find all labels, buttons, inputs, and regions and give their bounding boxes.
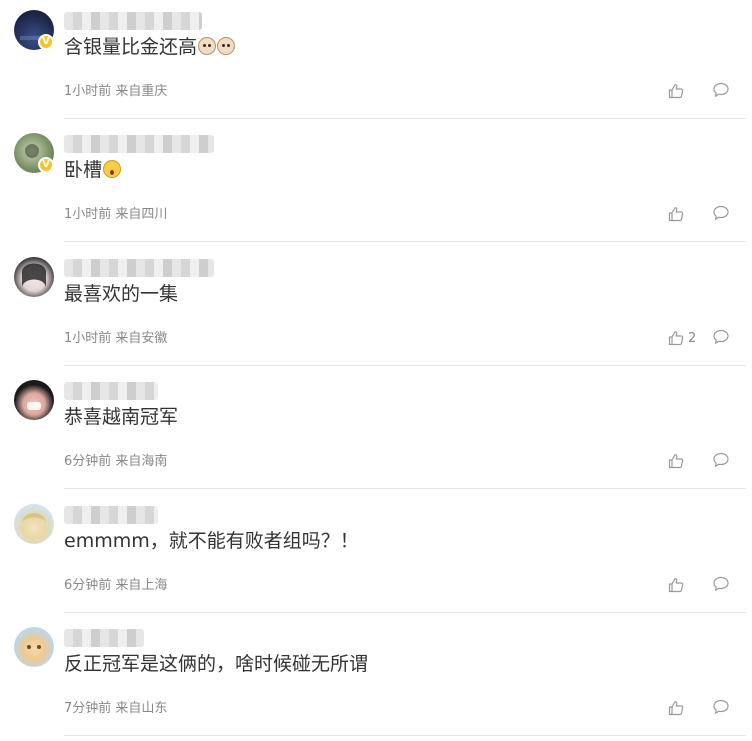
- thumbs-up-icon: [668, 84, 684, 99]
- reply-button[interactable]: [712, 328, 732, 348]
- username-blurred[interactable]: [64, 506, 158, 524]
- speech-bubble-icon: [713, 329, 729, 344]
- avatar[interactable]: [14, 627, 54, 667]
- comment-meta: 1小时前 来自重庆: [64, 84, 168, 99]
- reply-button[interactable]: [712, 575, 732, 595]
- like-button[interactable]: [668, 203, 688, 225]
- cat-face-icon: [198, 37, 217, 55]
- comment-item: V 含银量比金还高 1小时前 来自重庆: [0, 0, 752, 124]
- thumbs-up-icon: [668, 578, 684, 593]
- comment-text: 含银量比金还高: [64, 34, 236, 60]
- like-button[interactable]: [668, 450, 688, 472]
- speech-bubble-icon: [713, 82, 729, 97]
- divider: [64, 735, 746, 736]
- thumbs-up-icon: [668, 701, 684, 716]
- verified-badge-icon: V: [38, 157, 54, 173]
- avatar-image: [27, 402, 41, 410]
- divider: [64, 118, 746, 119]
- avatar[interactable]: V: [14, 133, 54, 173]
- username-blurred[interactable]: [64, 259, 214, 277]
- comment-text: 反正冠军是这俩的，啥时候碰无所谓: [64, 653, 369, 675]
- like-count: 2: [688, 330, 697, 346]
- reply-button[interactable]: [712, 81, 732, 101]
- thumbs-up-icon: [668, 331, 684, 346]
- like-button[interactable]: 2: [668, 327, 696, 349]
- comment-meta: 7分钟前 来自山东: [64, 701, 168, 716]
- surprised-face-icon: [103, 160, 122, 178]
- avatar[interactable]: [14, 380, 54, 420]
- username-blurred[interactable]: [64, 135, 214, 153]
- reply-button[interactable]: [712, 204, 732, 224]
- divider: [64, 612, 746, 613]
- comment-item: 反正冠军是这俩的，啥时候碰无所谓 7分钟前 来自山东: [0, 617, 752, 741]
- reply-button[interactable]: [712, 451, 732, 471]
- comment-text: 最喜欢的一集: [64, 283, 179, 305]
- comment-text: emmmm，就不能有败者组吗？！: [64, 530, 359, 552]
- comment-text: 恭喜越南冠军: [64, 406, 179, 428]
- like-button[interactable]: [668, 574, 688, 596]
- comment-meta: 6分钟前 来自上海: [64, 578, 168, 593]
- speech-bubble-icon: [713, 699, 729, 714]
- speech-bubble-icon: [713, 205, 729, 220]
- speech-bubble-icon: [713, 452, 729, 467]
- avatar[interactable]: V: [14, 10, 54, 50]
- username-blurred[interactable]: [64, 382, 158, 400]
- comment-meta: 6分钟前 来自海南: [64, 454, 168, 469]
- comment-meta: 1小时前 来自安徽: [64, 331, 168, 346]
- avatar-image: [22, 513, 46, 522]
- comment-text: 卧槽: [64, 157, 122, 183]
- comment-item: emmmm，就不能有败者组吗？！ 6分钟前 来自上海: [0, 494, 752, 618]
- reply-button[interactable]: [712, 698, 732, 718]
- speech-bubble-icon: [713, 576, 729, 591]
- comment-item: 恭喜越南冠军 6分钟前 来自海南: [0, 370, 752, 494]
- avatar-image: [27, 645, 41, 649]
- cat-face-icon: [217, 37, 236, 55]
- comment-meta: 1小时前 来自四川: [64, 207, 168, 222]
- username-blurred[interactable]: [64, 629, 144, 647]
- like-button[interactable]: [668, 697, 688, 719]
- like-button[interactable]: [668, 80, 688, 102]
- divider: [64, 241, 746, 242]
- avatar-image: [22, 263, 46, 287]
- avatar[interactable]: [14, 504, 54, 544]
- comment-item: V 卧槽 1小时前 来自四川: [0, 123, 752, 247]
- verified-badge-icon: V: [38, 34, 54, 50]
- thumbs-up-icon: [668, 454, 684, 469]
- username-blurred[interactable]: [64, 12, 202, 30]
- thumbs-up-icon: [668, 207, 684, 222]
- comment-item: 最喜欢的一集 1小时前 来自安徽 2: [0, 247, 752, 371]
- divider: [64, 365, 746, 366]
- avatar[interactable]: [14, 257, 54, 297]
- divider: [64, 488, 746, 489]
- comment-list: V 含银量比金还高 1小时前 来自重庆 V 卧槽 1小时前 来自四川 最喜欢的一…: [0, 0, 752, 739]
